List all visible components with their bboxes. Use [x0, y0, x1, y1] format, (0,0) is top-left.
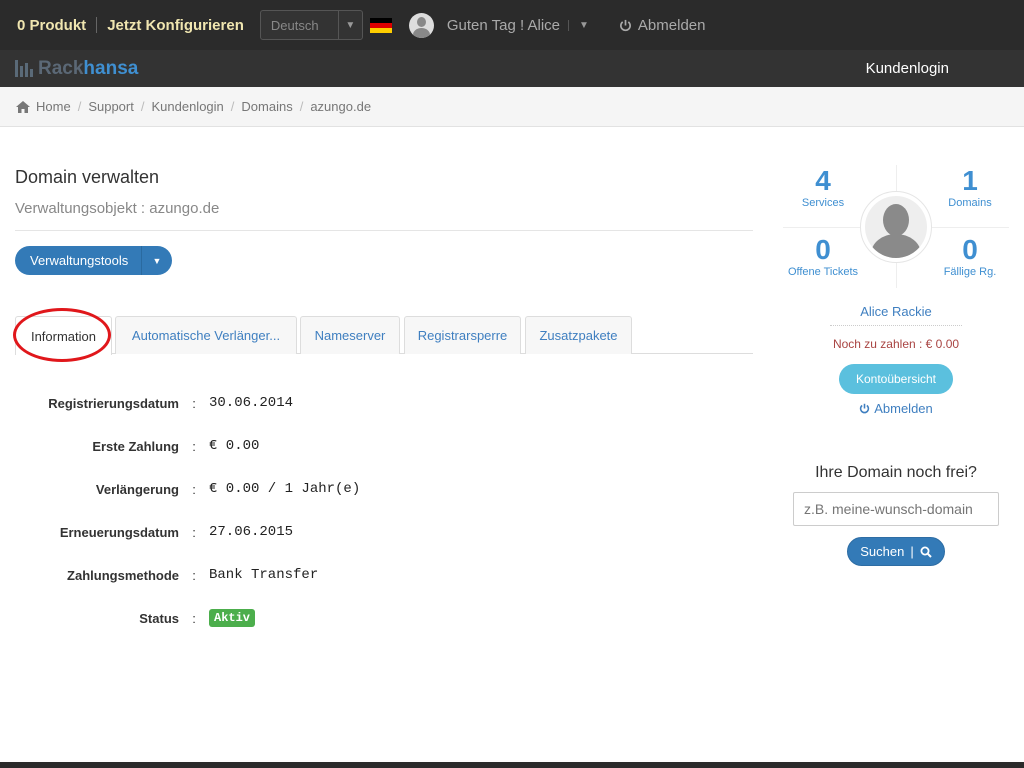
breadcrumb-support[interactable]: Support — [88, 99, 134, 114]
home-icon — [16, 100, 30, 113]
divider: | — [910, 544, 914, 559]
tab-nameserver[interactable]: Nameserver — [300, 316, 400, 354]
breadcrumb-separator: / — [77, 99, 82, 114]
power-icon — [620, 19, 631, 31]
nav-kundenlogin[interactable]: Kundenlogin — [866, 60, 949, 77]
breadcrumb-separator: / — [230, 99, 235, 114]
language-select[interactable]: Deutsch ▼ — [259, 10, 363, 40]
detail-row: Erste Zahlung : € 0.00 — [15, 436, 515, 456]
language-value: Deutsch — [270, 17, 319, 33]
logout-label: Abmelden — [637, 16, 706, 34]
management-tools-button[interactable]: Verwaltungstools ▼ — [15, 246, 172, 275]
detail-value: Bank Transfer — [209, 567, 319, 583]
logo-icon — [15, 60, 33, 77]
logo-text-hansa: hansa — [83, 57, 139, 79]
stat-domains[interactable]: 1 Domains — [930, 165, 1010, 209]
annotation-circle — [13, 308, 111, 362]
colon: : — [192, 395, 196, 411]
breadcrumb-current: azungo.de — [310, 99, 372, 114]
search-icon — [920, 546, 932, 558]
german-flag-icon[interactable] — [369, 17, 392, 33]
detail-label: Erste Zahlung — [92, 438, 179, 454]
user-avatar[interactable] — [408, 12, 434, 38]
stat-services[interactable]: 4 Services — [783, 165, 863, 209]
profile-avatar — [860, 191, 932, 263]
footer-bar — [0, 762, 1024, 768]
tab-auto-renewal[interactable]: Automatische Verlänger... — [115, 316, 297, 354]
detail-label: Verlängerung — [95, 481, 179, 497]
account-overview-button[interactable]: Kontoübersicht — [839, 364, 953, 394]
stat-invoices[interactable]: 0 Fällige Rg. — [930, 234, 1010, 278]
stat-invoices-label: Fällige Rg. — [943, 266, 997, 278]
detail-label: Registrierungsdatum — [48, 395, 179, 411]
breadcrumb-home[interactable]: Home — [36, 99, 71, 114]
detail-label: Erneuerungsdatum — [59, 524, 179, 540]
avatar-body — [871, 234, 921, 258]
logout-link[interactable]: Abmelden — [619, 16, 706, 34]
detail-value: 27.06.2015 — [209, 524, 294, 540]
detail-row: Erneuerungsdatum : 27.06.2015 — [15, 522, 515, 542]
stat-domains-count: 1 — [962, 165, 978, 196]
tab-addons[interactable]: Zusatzpakete — [525, 316, 632, 354]
domain-search-button-label: Suchen — [860, 544, 905, 559]
chevron-down-icon: ▼ — [337, 11, 362, 39]
breadcrumb: Home / Support / Kundenlogin / Domains /… — [0, 87, 1024, 127]
cart-link[interactable]: 0 Produkt — [17, 17, 86, 34]
stat-tickets-count: 0 — [815, 234, 831, 265]
domain-search-heading: Ihre Domain noch frei? — [815, 464, 977, 481]
tab-bar: Information Automatische Verlänger... Na… — [15, 316, 753, 355]
chevron-down-icon[interactable]: ▼ — [568, 19, 589, 31]
power-icon — [860, 403, 870, 414]
colon: : — [192, 567, 196, 583]
logo-text-rack: Rack — [38, 57, 84, 79]
detail-label: Status — [139, 610, 179, 626]
chevron-down-icon[interactable]: ▼ — [141, 246, 172, 275]
status-value: Aktiv — [209, 609, 256, 627]
status-badge: Aktiv — [209, 609, 256, 627]
colon: : — [192, 524, 196, 540]
brand-bar: Rack hansa Kundenlogin — [0, 50, 1024, 87]
colon: : — [192, 481, 196, 497]
stat-tickets[interactable]: 0 Offene Tickets — [783, 234, 863, 278]
breadcrumb-domains[interactable]: Domains — [241, 99, 292, 114]
colon: : — [192, 438, 196, 454]
breadcrumb-separator: / — [299, 99, 304, 114]
account-stats: 4 Services 1 Domains 0 Offene Tickets 0 … — [783, 165, 1009, 288]
sidebar-logout-label: Abmelden — [874, 401, 933, 416]
domain-search-button[interactable]: Suchen | — [847, 537, 945, 566]
stat-services-label: Services — [801, 197, 845, 209]
detail-value: € 0.00 — [209, 438, 260, 454]
colon: : — [192, 610, 196, 626]
stat-services-count: 4 — [815, 165, 831, 196]
tab-registrar-lock[interactable]: Registrarsperre — [404, 316, 521, 354]
detail-row: Registrierungsdatum : 30.06.2014 — [15, 393, 515, 413]
detail-row: Status : Aktiv — [15, 608, 515, 628]
breadcrumb-separator: / — [140, 99, 145, 114]
divider — [96, 17, 98, 33]
sidebar-logout-link[interactable]: Abmelden — [783, 401, 1009, 416]
detail-value: 30.06.2014 — [209, 395, 294, 411]
page-subtitle: Verwaltungsobjekt : azungo.de — [15, 200, 220, 217]
avatar-placeholder — [865, 196, 927, 258]
breadcrumb-kundenlogin[interactable]: Kundenlogin — [151, 99, 223, 114]
detail-row: Verlängerung : € 0.00 / 1 Jahr(e) — [15, 479, 515, 499]
page-title: Domain verwalten — [15, 167, 160, 187]
detail-value: € 0.00 / 1 Jahr(e) — [209, 481, 361, 497]
user-greeting[interactable]: Guten Tag ! Alice — [447, 17, 560, 34]
divider — [15, 230, 753, 231]
management-tools-label: Verwaltungstools — [30, 253, 129, 268]
account-name[interactable]: Alice Rackie — [830, 304, 962, 326]
stat-domains-label: Domains — [948, 197, 992, 209]
configure-link[interactable]: Jetzt Konfigurieren — [107, 17, 244, 34]
stat-tickets-label: Offene Tickets — [787, 266, 859, 278]
detail-label: Zahlungsmethode — [67, 567, 179, 583]
logo[interactable]: Rack hansa — [15, 58, 138, 80]
stat-invoices-count: 0 — [962, 234, 978, 265]
amount-due: Noch zu zahlen : € 0.00 — [832, 337, 960, 351]
domain-search-input[interactable] — [793, 492, 999, 526]
top-bar: 0 Produkt Jetzt Konfigurieren Deutsch ▼ … — [0, 0, 1024, 50]
avatar-head — [883, 204, 909, 236]
detail-row: Zahlungsmethode : Bank Transfer — [15, 565, 515, 585]
